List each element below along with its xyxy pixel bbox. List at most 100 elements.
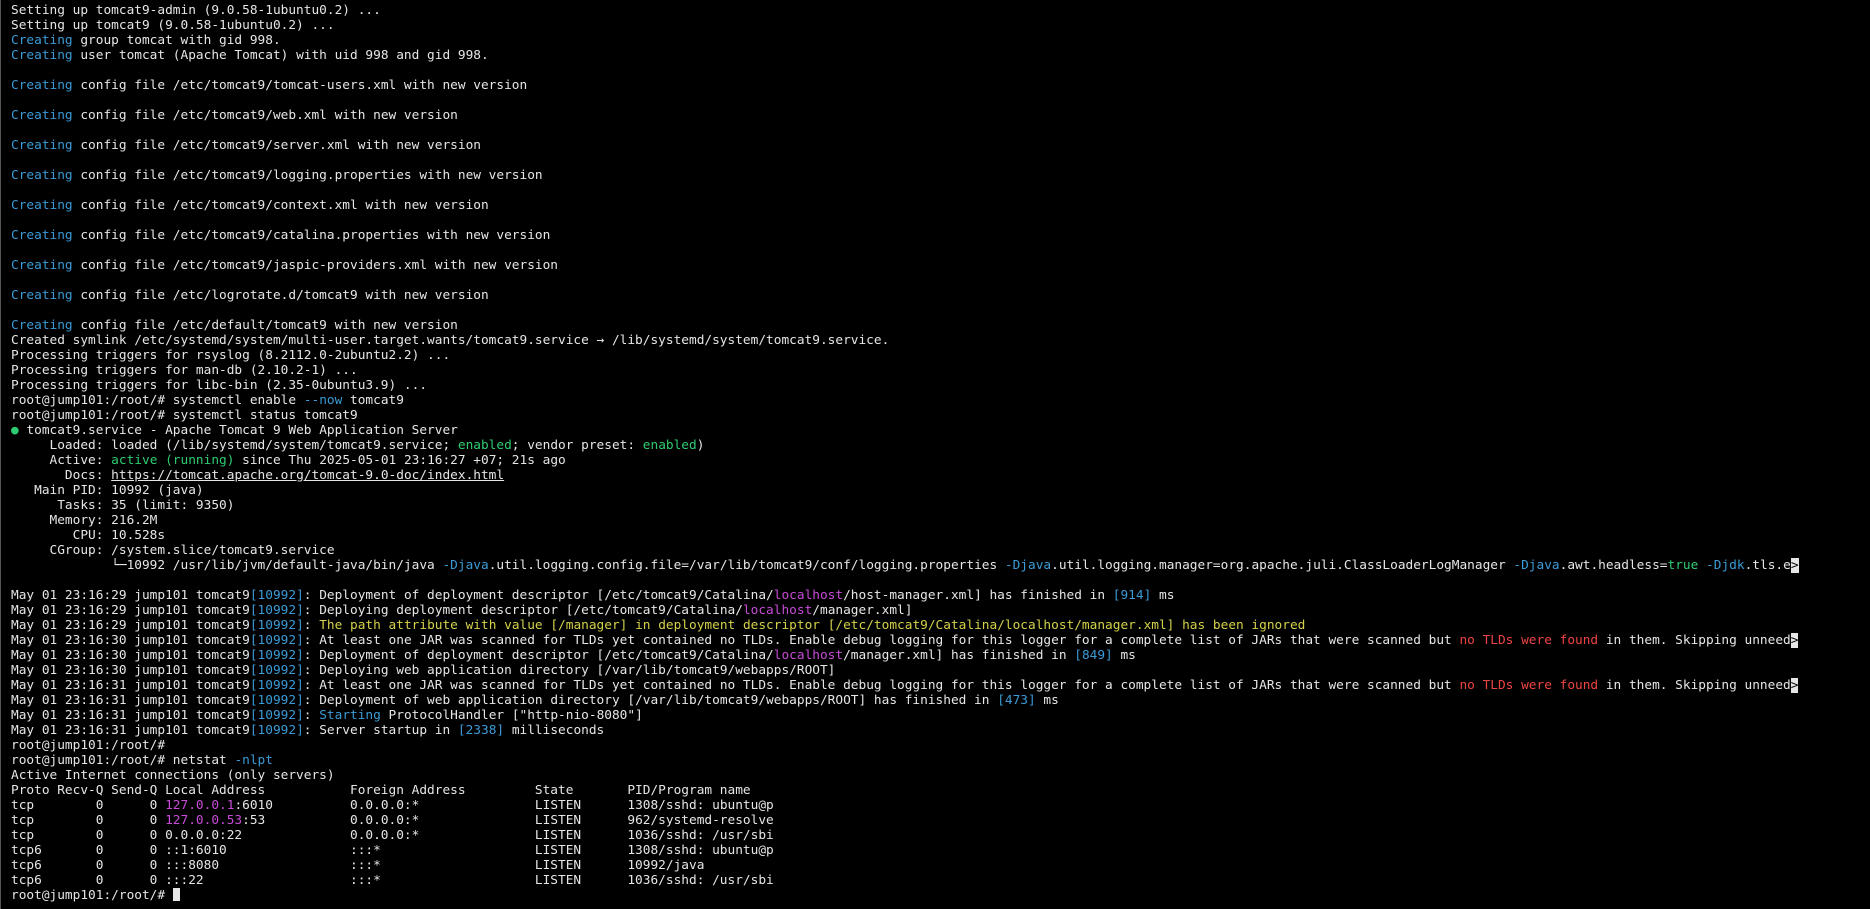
terminal-text: config file /etc/logrotate.d/tomcat9 wit… bbox=[72, 288, 489, 303]
terminal-line: tcp 0 0 127.0.0.1:6010 0.0.0.0:* LISTEN … bbox=[11, 798, 1869, 813]
terminal-text: Memory: 216.2M bbox=[11, 513, 158, 528]
terminal-text: : Deploying web application directory [/… bbox=[303, 663, 836, 678]
terminal-line: Creating config file /etc/tomcat9/jaspic… bbox=[11, 258, 1869, 273]
terminal-text: [10992] bbox=[249, 723, 304, 738]
terminal-text: root@jump101:/root/# systemctl enable bbox=[11, 393, 304, 408]
terminal-text: tcp 0 0 0.0.0.0:22 0.0.0.0:* LISTEN 1036… bbox=[11, 828, 774, 843]
terminal-line: Creating config file /etc/tomcat9/catali… bbox=[11, 228, 1869, 243]
terminal-text: Loaded: loaded (/lib/systemd/system/tomc… bbox=[11, 438, 458, 453]
terminal-text: config file /etc/tomcat9/logging.propert… bbox=[72, 168, 543, 183]
terminal-text: May 01 23:16:29 jump101 tomcat9 bbox=[11, 603, 250, 618]
terminal-line: CPU: 10.528s bbox=[11, 528, 1869, 543]
terminal-text: Creating bbox=[11, 48, 73, 63]
terminal-line: root@jump101:/root/# systemctl enable --… bbox=[11, 393, 1869, 408]
terminal-line: Processing triggers for libc-bin (2.35-0… bbox=[11, 378, 1869, 393]
terminal-text: -Djava bbox=[1513, 558, 1560, 573]
terminal-line: Creating config file /etc/tomcat9/server… bbox=[11, 138, 1869, 153]
terminal-text: : Deployment of deployment descriptor [/… bbox=[303, 588, 774, 603]
terminal-text: no TLDs were found bbox=[1459, 633, 1599, 648]
terminal-text: Starting bbox=[319, 708, 381, 723]
text-cursor[interactable] bbox=[172, 888, 180, 901]
terminal-text: tcp6 0 0 :::8080 :::* LISTEN 10992/java bbox=[11, 858, 705, 873]
terminal-line: May 01 23:16:30 jump101 tomcat9[10992]: … bbox=[11, 648, 1869, 663]
terminal-text: Docs: bbox=[11, 468, 112, 483]
terminal-line: Proto Recv-Q Send-Q Local Address Foreig… bbox=[11, 783, 1869, 798]
terminal-text: -Djava bbox=[442, 558, 489, 573]
terminal-line: May 01 23:16:29 jump101 tomcat9[10992]: … bbox=[11, 603, 1869, 618]
shell-prompt-line: root@jump101:/root/# bbox=[11, 888, 1869, 903]
terminal-line: Tasks: 35 (limit: 9350) bbox=[11, 498, 1869, 513]
terminal-text: [10992] bbox=[249, 618, 304, 633]
line-truncation-marker: > bbox=[1790, 678, 1799, 693]
terminal-text: : Deployment of deployment descriptor [/… bbox=[303, 648, 774, 663]
terminal-line: Created symlink /etc/systemd/system/mult… bbox=[11, 333, 1869, 348]
terminal-line: Creating config file /etc/default/tomcat… bbox=[11, 318, 1869, 333]
terminal-line: Creating group tomcat with gid 998. bbox=[11, 33, 1869, 48]
terminal-output[interactable]: Setting up tomcat9-admin (9.0.58-1ubuntu… bbox=[11, 3, 1869, 907]
terminal-text: : bbox=[303, 708, 320, 723]
terminal-window[interactable]: Setting up tomcat9-admin (9.0.58-1ubuntu… bbox=[0, 0, 1870, 909]
terminal-text: Processing triggers for libc-bin (2.35-0… bbox=[11, 378, 428, 393]
terminal-text: CPU: 10.528s bbox=[11, 528, 166, 543]
terminal-line: May 01 23:16:31 jump101 tomcat9[10992]: … bbox=[11, 708, 1869, 723]
terminal-text: Tasks: 35 (limit: 9350) bbox=[11, 498, 235, 513]
terminal-text: The path attribute with value [/manager]… bbox=[319, 618, 1306, 633]
terminal-text: config file /etc/tomcat9/jaspic-provider… bbox=[72, 258, 559, 273]
terminal-text: : Server startup in bbox=[303, 723, 458, 738]
terminal-text: config file /etc/tomcat9/web.xml with ne… bbox=[72, 108, 458, 123]
terminal-text: [10992] bbox=[249, 588, 304, 603]
terminal-text: Creating bbox=[11, 138, 73, 153]
terminal-text: Setting up tomcat9 (9.0.58-1ubuntu0.2) .… bbox=[11, 18, 335, 33]
terminal-text: :53 0.0.0.0:* LISTEN 962/systemd-resolve bbox=[242, 813, 774, 828]
terminal-text: [10992] bbox=[249, 603, 304, 618]
terminal-text: [914] bbox=[1112, 588, 1152, 603]
terminal-text: --now bbox=[303, 393, 343, 408]
terminal-line: Creating config file /etc/tomcat9/web.xm… bbox=[11, 108, 1869, 123]
terminal-line: root@jump101:/root/# bbox=[11, 738, 1869, 753]
terminal-line: Processing triggers for man-db (2.10.2-1… bbox=[11, 363, 1869, 378]
terminal-text: Proto Recv-Q Send-Q Local Address Foreig… bbox=[11, 783, 751, 798]
terminal-text: : Deployment of web application director… bbox=[303, 693, 998, 708]
terminal-line: root@jump101:/root/# systemctl status to… bbox=[11, 408, 1869, 423]
terminal-text: config file /etc/tomcat9/tomcat-users.xm… bbox=[72, 78, 528, 93]
terminal-text: : At least one JAR was scanned for TLDs … bbox=[303, 633, 1460, 648]
terminal-text: in them. Skipping unneed bbox=[1598, 633, 1791, 648]
terminal-text: root@jump101:/root/# netstat bbox=[11, 753, 235, 768]
terminal-text: [10992] bbox=[249, 708, 304, 723]
terminal-line: Active Internet connections (only server… bbox=[11, 768, 1869, 783]
terminal-text: Active: bbox=[11, 453, 112, 468]
terminal-text: ms bbox=[1035, 693, 1059, 708]
terminal-text: enabled bbox=[642, 438, 697, 453]
terminal-text: root@jump101:/root/# bbox=[11, 738, 166, 753]
terminal-text: Creating bbox=[11, 318, 73, 333]
terminal-text: :6010 0.0.0.0:* LISTEN 1308/sshd: ubuntu… bbox=[234, 798, 774, 813]
terminal-text: May 01 23:16:31 jump101 tomcat9 bbox=[11, 693, 250, 708]
terminal-text: May 01 23:16:31 jump101 tomcat9 bbox=[11, 678, 250, 693]
terminal-text: [2338] bbox=[457, 723, 505, 738]
terminal-text: Active Internet connections (only server… bbox=[11, 768, 335, 783]
terminal-text: [10992] bbox=[249, 663, 304, 678]
terminal-line: Processing triggers for rsyslog (8.2112.… bbox=[11, 348, 1869, 363]
terminal-text: milliseconds bbox=[504, 723, 605, 738]
terminal-text: tomcat9 bbox=[342, 393, 404, 408]
terminal-text: config file /etc/tomcat9/context.xml wit… bbox=[72, 198, 489, 213]
terminal-text: tcp6 0 0 :::22 :::* LISTEN 1036/sshd: /u… bbox=[11, 873, 774, 888]
terminal-text: 127.0.0.1 bbox=[165, 798, 235, 813]
terminal-text: [10992] bbox=[249, 678, 304, 693]
terminal-text: tomcat9.service - Apache Tomcat 9 Web Ap… bbox=[18, 423, 458, 438]
terminal-line: May 01 23:16:31 jump101 tomcat9[10992]: … bbox=[11, 678, 1869, 693]
terminal-text: ms bbox=[1112, 648, 1136, 663]
terminal-text: no TLDs were found bbox=[1459, 678, 1599, 693]
terminal-text: true bbox=[1667, 558, 1699, 573]
terminal-text: [473] bbox=[997, 693, 1036, 708]
terminal-line: Creating user tomcat (Apache Tomcat) wit… bbox=[11, 48, 1869, 63]
docs-link[interactable]: https://tomcat.apache.org/tomcat-9.0-doc… bbox=[111, 468, 504, 483]
terminal-text: Setting up tomcat9-admin (9.0.58-1ubuntu… bbox=[11, 3, 381, 18]
terminal-text: .tls.e bbox=[1744, 558, 1791, 573]
terminal-text: user tomcat (Apache Tomcat) with uid 998… bbox=[72, 48, 489, 63]
